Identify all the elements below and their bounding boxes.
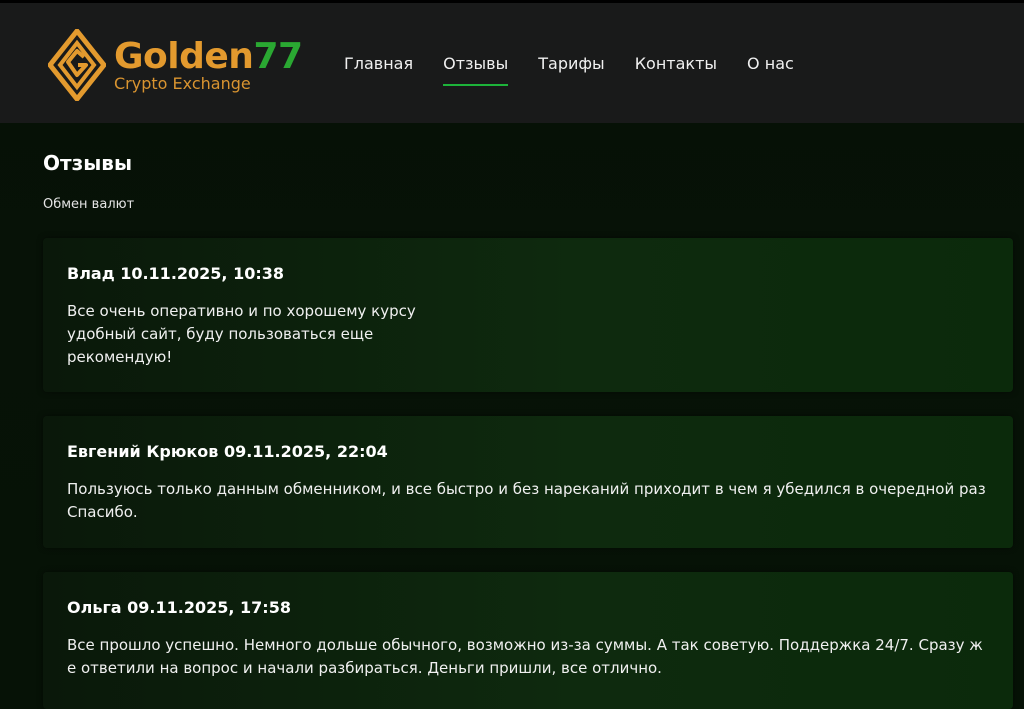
page-subtitle: Обмен валют [43,197,135,212]
main-nav: Главная Отзывы Тарифы Контакты О нас [344,53,824,87]
nav-reviews[interactable]: Отзывы [443,53,509,87]
nav-home[interactable]: Главная [344,53,413,87]
page-title: Отзывы [43,151,133,175]
diamond-logo-icon [48,29,106,101]
review-author-date: Евгений Крюков 09.11.2025, 22:04 [67,442,388,461]
review-author-date: Влад 10.11.2025, 10:38 [67,264,284,283]
page: Golden77 Crypto Exchange Главная Отзывы … [0,0,1024,709]
brand-tagline: Crypto Exchange [114,74,251,93]
review-card: Евгений Крюков 09.11.2025, 22:04 Пользую… [43,416,1013,548]
review-text: Пользуюсь только данным обменником, и вс… [67,480,986,521]
site-header: Golden77 Crypto Exchange Главная Отзывы … [0,0,1024,123]
nav-about[interactable]: О нас [747,53,794,87]
nav-tariffs[interactable]: Тарифы [538,53,604,87]
review-card: Ольга 09.11.2025, 17:58 Все прошло успеш… [43,572,1013,709]
review-text: Все прошло успешно. Немного дольше обычн… [67,636,983,677]
brand-name: Golden77 [114,36,303,77]
brand-logo[interactable]: Golden77 Crypto Exchange [48,29,323,101]
review-text: Все очень оперативно и по хорошему курсу… [67,302,416,366]
review-card: Влад 10.11.2025, 10:38 Все очень операти… [43,238,1013,392]
nav-contacts[interactable]: Контакты [635,53,717,87]
review-author-date: Ольга 09.11.2025, 17:58 [67,598,291,617]
